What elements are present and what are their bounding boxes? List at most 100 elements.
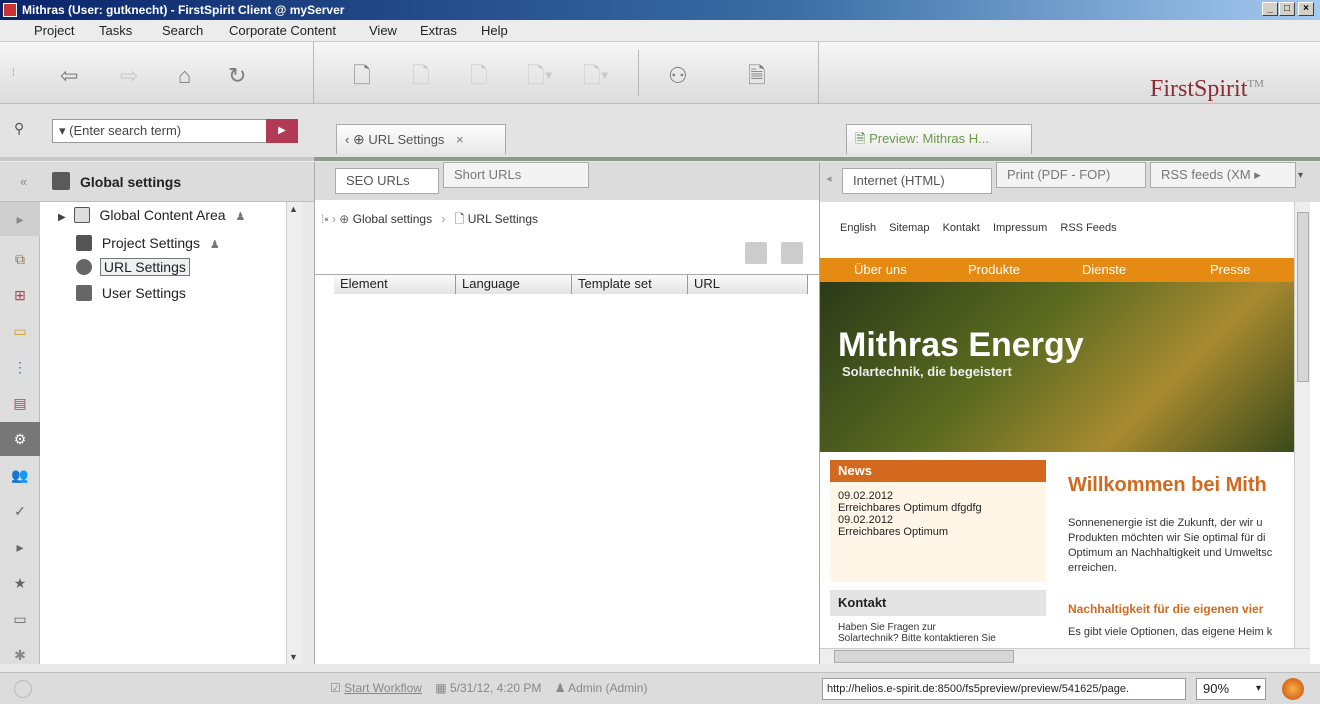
preview-vscrollbar[interactable] [1294, 202, 1310, 648]
column-url[interactable]: URL [688, 275, 808, 294]
add-url-button[interactable] [745, 242, 767, 264]
tree-item-project-settings[interactable]: Project Settings ♟ [76, 233, 220, 253]
data-sources-icon[interactable]: ⋮ [0, 350, 40, 384]
new-page-icon[interactable]: 🗋 [353, 64, 371, 88]
subtab-dropdown-icon[interactable]: ▾ [1298, 170, 1303, 181]
welcome-body: Sonnenenergie ist die Zukunft, der wir u… [1068, 516, 1294, 576]
preview-link-english[interactable]: English [840, 222, 876, 234]
preview-link-sitemap[interactable]: Sitemap [889, 222, 929, 234]
preview-doc-icon: 🗎 [855, 131, 866, 146]
tree-scrollbar[interactable]: ▲ ▼ [286, 202, 302, 664]
tab-url-settings[interactable]: ‹ ⊕ URL Settings × [336, 124, 506, 154]
report-icon[interactable]: 🗎 [748, 64, 766, 88]
collapse-icon[interactable]: « [20, 174, 27, 189]
preview-nav-dienste[interactable]: Dienste [1082, 262, 1126, 277]
tab-rss-feeds[interactable]: RSS feeds (XM ▸ [1150, 162, 1296, 188]
column-template-set[interactable]: Template set [572, 275, 688, 294]
start-workflow-link[interactable]: Start Workflow [344, 681, 422, 695]
app-icon [3, 3, 17, 17]
tree-item-user-settings[interactable]: User Settings [76, 283, 186, 303]
copy-page-icon[interactable]: 🗋 [412, 64, 430, 88]
kontakt-title: Kontakt [830, 590, 1046, 616]
zoom-select[interactable]: 90% ▾ [1196, 678, 1266, 700]
delete-url-button[interactable] [781, 242, 803, 264]
preview-url-field[interactable]: http://helios.e-spirit.de:8500/fs5previe… [822, 678, 1186, 700]
preview-link-rss[interactable]: RSS Feeds [1060, 222, 1116, 234]
check-icon[interactable]: ✓ [0, 494, 40, 528]
tab-internet-html[interactable]: Internet (HTML) [842, 168, 992, 194]
zoom-value: 90% [1203, 681, 1230, 696]
back-icon[interactable]: ⇦ [60, 64, 78, 88]
puzzle-icon[interactable]: ✱ [0, 638, 40, 672]
maximize-button[interactable]: □ [1279, 2, 1295, 16]
breadcrumb-url-settings[interactable]: URL Settings [468, 212, 538, 226]
search-icon[interactable]: ⚲ [14, 120, 24, 137]
column-element[interactable]: Element [334, 275, 456, 294]
breadcrumb-root-icon[interactable]: ⁞▪ [321, 212, 329, 226]
templates-icon[interactable]: ▤ [0, 386, 40, 420]
workflow-icon[interactable]: 🗋▾ [583, 64, 609, 88]
tab-rss-feeds-label: RSS feeds (XM [1161, 167, 1251, 182]
menu-view[interactable]: View [369, 23, 397, 38]
menu-project[interactable]: Project [34, 23, 74, 38]
status-date: 5/31/12, 4:20 PM [449, 681, 542, 695]
url-settings-panel: SEO URLs Short URLs ⁞▪ › ⊕ Global settin… [314, 162, 820, 664]
close-button[interactable]: × [1298, 2, 1314, 16]
news-item[interactable]: Erreichbares Optimum dfgdfg [838, 502, 1038, 514]
expand-icon[interactable]: ▸ [0, 202, 40, 236]
binoculars-icon[interactable]: ⚇ [668, 64, 688, 88]
menu-extras[interactable]: Extras [420, 23, 457, 38]
media-icon[interactable]: ▭ [0, 314, 40, 348]
preview-hscrollbar[interactable] [820, 648, 1310, 664]
global-settings-icon[interactable]: ⚙ [0, 422, 40, 456]
tab-short-urls[interactable]: Short URLs [443, 162, 589, 188]
user-settings-icon [76, 285, 92, 301]
minimize-button[interactable]: _ [1262, 2, 1278, 16]
preview-nav-ueber-uns[interactable]: Über uns [854, 262, 907, 277]
preview-page-icon[interactable]: 🗋 [470, 64, 488, 88]
home-icon[interactable]: ⌂ [178, 64, 191, 88]
preview-nav-produkte[interactable]: Produkte [968, 262, 1020, 277]
left-separator [0, 157, 314, 161]
play-icon[interactable]: ▸ [0, 530, 40, 564]
globe-icon [52, 172, 70, 190]
tree-item-url-settings[interactable]: URL Settings [76, 257, 190, 277]
tree-expand-icon[interactable]: ▶ [58, 212, 66, 223]
breadcrumb-global-settings[interactable]: Global settings [353, 212, 432, 226]
column-language[interactable]: Language [456, 275, 572, 294]
search-go-button[interactable]: ▶ [266, 119, 298, 143]
subtab-left-arrow[interactable]: ◂ [826, 172, 832, 185]
body-line: Optimum an Nachhaltigkeit und Umweltsc [1068, 547, 1273, 559]
zoom-dropdown-icon[interactable]: ▾ [1256, 679, 1261, 699]
preview-nav-presse[interactable]: Presse [1210, 262, 1250, 277]
preview-link-impressum[interactable]: Impressum [993, 222, 1047, 234]
tree-item-global-content-area[interactable]: ▶ Global Content Area ♟ [58, 205, 245, 225]
kontakt-line: Solartechnik? Bitte kontaktieren Sie [838, 633, 996, 644]
news-date: 09.02.2012 [838, 490, 894, 502]
clipboard-icon[interactable]: ▭ [0, 602, 40, 636]
menu-help[interactable]: Help [481, 23, 508, 38]
preview-link-kontakt[interactable]: Kontakt [943, 222, 980, 234]
search-placeholder: (Enter search term) [69, 123, 182, 138]
release-icon[interactable]: 🗋▾ [527, 64, 553, 88]
tab-print-pdf[interactable]: Print (PDF - FOP) [996, 162, 1146, 188]
news-title: News [830, 460, 1046, 482]
search-input[interactable]: ▾ (Enter search term) [52, 119, 298, 143]
left-icon-strip: ▸ ⧉ ⊞ ▭ ⋮ ▤ ⚙ 👥 ✓ ▸ ★ ▭ ✱ [0, 202, 40, 664]
menu-search[interactable]: Search [162, 23, 203, 38]
tab-close-icon[interactable]: × [456, 132, 464, 147]
preview-subtab-bar: ◂ Internet (HTML) Print (PDF - FOP) RSS … [820, 162, 1320, 202]
refresh-icon[interactable]: ↻ [228, 64, 246, 88]
tab-seo-urls[interactable]: SEO URLs [335, 168, 439, 194]
forward-icon[interactable]: ⇨ [120, 64, 138, 88]
content-store-icon[interactable]: ⧉ [0, 242, 40, 276]
structure-icon[interactable]: ⊞ [0, 278, 40, 312]
users-icon[interactable]: 👥 [0, 458, 40, 492]
star-icon[interactable]: ★ [0, 566, 40, 600]
kontakt-line: Haben Sie Fragen zur [838, 622, 936, 633]
firefox-icon[interactable] [1282, 678, 1304, 700]
menu-corporate-content[interactable]: Corporate Content [229, 23, 336, 38]
menu-tasks[interactable]: Tasks [99, 23, 132, 38]
tab-preview[interactable]: 🗎 Preview: Mithras H... [846, 124, 1032, 154]
news-item[interactable]: Erreichbares Optimum [838, 526, 1038, 538]
